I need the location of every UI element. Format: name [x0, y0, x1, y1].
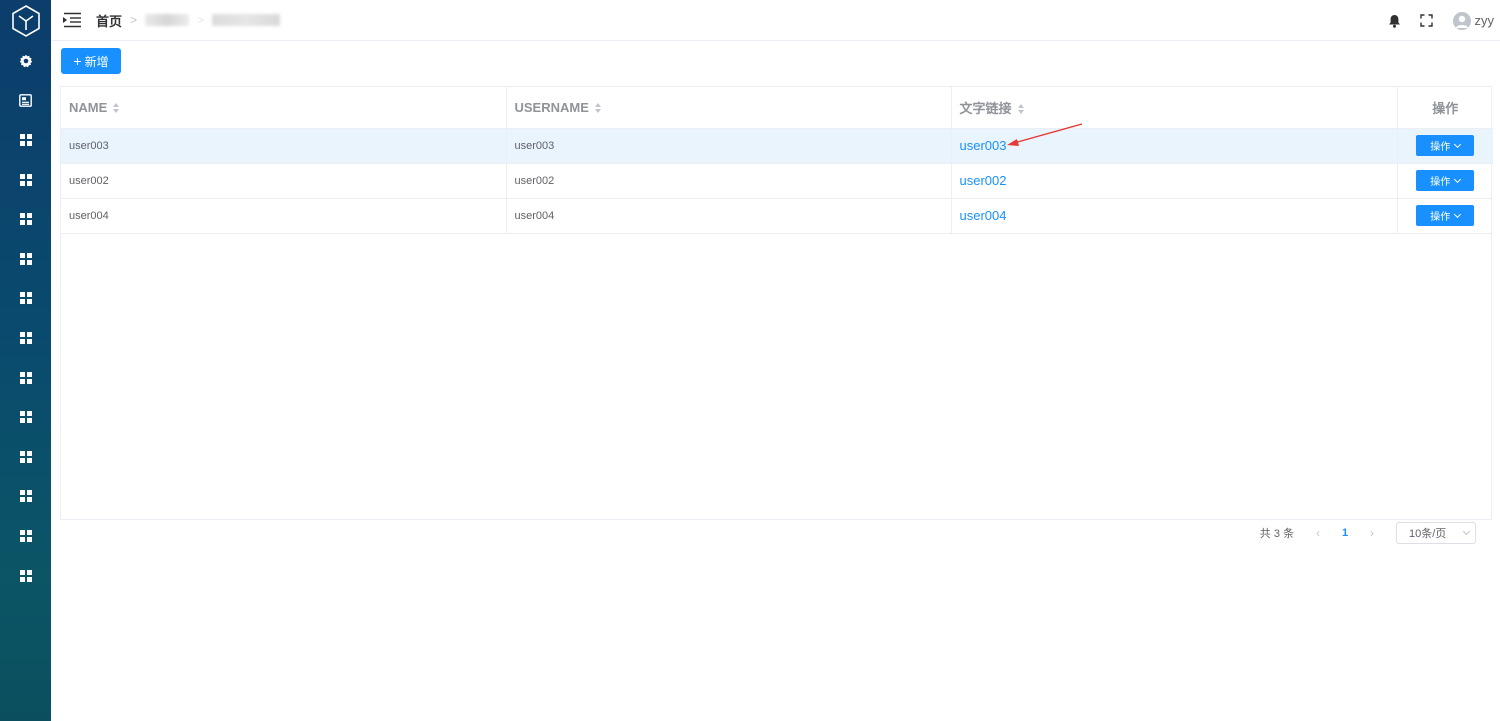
- grid-icon: [19, 411, 32, 424]
- sidebar-item-menu-11[interactable]: [0, 516, 51, 556]
- cell-name: user004: [61, 198, 507, 234]
- grid-icon: [19, 173, 32, 186]
- sidebar-item-menu-12[interactable]: [0, 556, 51, 596]
- breadcrumb-item-redacted[interactable]: [145, 14, 190, 26]
- user-name[interactable]: zyy: [1475, 13, 1495, 28]
- top-header: 首页 > > zyy: [51, 0, 1500, 41]
- sidebar-item-menu-5[interactable]: [0, 279, 51, 319]
- add-button[interactable]: + 新增: [61, 48, 121, 74]
- table-header-row: NAME USERNAME 文字链接 操作: [61, 87, 1493, 129]
- menu-fold-icon: [63, 12, 81, 28]
- logo[interactable]: [0, 0, 51, 41]
- table-row[interactable]: user003 user003 user003 操作: [61, 128, 1493, 164]
- sidebar-item-menu-9[interactable]: [0, 437, 51, 477]
- sort-icon[interactable]: [1017, 104, 1024, 115]
- grid-icon: [19, 529, 32, 542]
- text-link[interactable]: user002: [960, 173, 1007, 188]
- sidebar-item-menu-10[interactable]: [0, 477, 51, 517]
- breadcrumb-separator-icon: >: [197, 13, 205, 27]
- column-header-link[interactable]: 文字链接: [951, 87, 1398, 129]
- action-dropdown-button[interactable]: 操作: [1416, 205, 1475, 226]
- chevron-down-icon: [1462, 527, 1471, 536]
- sidebar-item-menu-2[interactable]: [0, 160, 51, 200]
- sort-icon[interactable]: [113, 103, 120, 114]
- sidebar-item-menu-1[interactable]: [0, 120, 51, 160]
- action-dropdown-button[interactable]: 操作: [1416, 135, 1475, 156]
- table-row[interactable]: user002 user002 user002 操作: [61, 163, 1493, 199]
- chevron-down-icon: [1454, 140, 1462, 148]
- grid-icon: [19, 569, 32, 582]
- cube-logo-icon: [11, 4, 40, 37]
- report-icon: [19, 93, 32, 107]
- column-header-action: 操作: [1397, 87, 1493, 129]
- sidebar-item-menu-8[interactable]: [0, 397, 51, 437]
- table-row[interactable]: user004 user004 user004 操作: [61, 198, 1493, 234]
- grid-icon: [19, 490, 32, 503]
- fullscreen-icon[interactable]: [1419, 13, 1435, 29]
- grid-icon: [19, 292, 32, 305]
- sidebar: [0, 0, 51, 721]
- user-avatar[interactable]: [1452, 11, 1471, 30]
- sidebar-item-report[interactable]: [0, 81, 51, 121]
- cell-name: user003: [61, 128, 507, 164]
- notification-bell-icon[interactable]: [1387, 13, 1403, 29]
- cell-username: user004: [506, 198, 952, 234]
- page-size-select[interactable]: 10条/页: [1396, 522, 1476, 544]
- cell-action: 操作: [1397, 163, 1493, 199]
- grid-icon: [19, 252, 32, 265]
- page-number-current[interactable]: 1: [1334, 527, 1356, 539]
- plus-icon: +: [73, 53, 82, 69]
- prev-page-chevron-left-icon[interactable]: ‹: [1308, 526, 1328, 540]
- chevron-down-icon: [1454, 175, 1462, 183]
- sort-icon[interactable]: [594, 103, 601, 114]
- cell-username: user002: [506, 163, 952, 199]
- gear-icon: [19, 54, 32, 67]
- text-link[interactable]: user004: [960, 208, 1007, 223]
- column-header-name[interactable]: NAME: [61, 87, 507, 129]
- header-actions: zyy: [1387, 0, 1495, 41]
- cell-action: 操作: [1397, 128, 1493, 164]
- grid-icon: [19, 371, 32, 384]
- menu-fold-toggle[interactable]: [62, 12, 82, 28]
- sidebar-item-menu-3[interactable]: [0, 199, 51, 239]
- cell-link: user002: [951, 163, 1398, 199]
- app-root: 首页 > > zyy + 新增 NAME USERNAME 文字链接 操作 us…: [0, 0, 1500, 721]
- pagination-total: 共 3 条: [1259, 528, 1294, 540]
- chevron-down-icon: [1454, 210, 1462, 218]
- cell-link: user003: [951, 128, 1398, 164]
- breadcrumb: 首页 > >: [96, 11, 281, 30]
- grid-icon: [19, 331, 32, 344]
- sidebar-item-menu-4[interactable]: [0, 239, 51, 279]
- grid-icon: [19, 133, 32, 146]
- breadcrumb-item-redacted: [212, 14, 281, 26]
- cell-name: user002: [61, 163, 507, 199]
- page-size-value: 10条/页: [1409, 528, 1447, 540]
- sidebar-item-settings[interactable]: [0, 41, 51, 81]
- sidebar-item-menu-6[interactable]: [0, 318, 51, 358]
- grid-icon: [19, 213, 32, 226]
- breadcrumb-home[interactable]: 首页: [96, 11, 122, 30]
- pagination: 共 3 条 ‹ 1 › 10条/页: [1260, 522, 1476, 544]
- sidebar-item-menu-7[interactable]: [0, 358, 51, 398]
- cell-username: user003: [506, 128, 952, 164]
- cell-link: user004: [951, 198, 1398, 234]
- add-button-label: 新增: [84, 54, 109, 69]
- action-dropdown-button[interactable]: 操作: [1416, 170, 1475, 191]
- column-header-username[interactable]: USERNAME: [506, 87, 952, 129]
- grid-icon: [19, 450, 32, 463]
- breadcrumb-separator-icon: >: [130, 13, 138, 27]
- next-page-chevron-right-icon[interactable]: ›: [1362, 526, 1382, 540]
- cell-action: 操作: [1397, 198, 1493, 234]
- text-link[interactable]: user003: [960, 138, 1007, 153]
- data-table: NAME USERNAME 文字链接 操作 user003 user003 us…: [60, 86, 1493, 520]
